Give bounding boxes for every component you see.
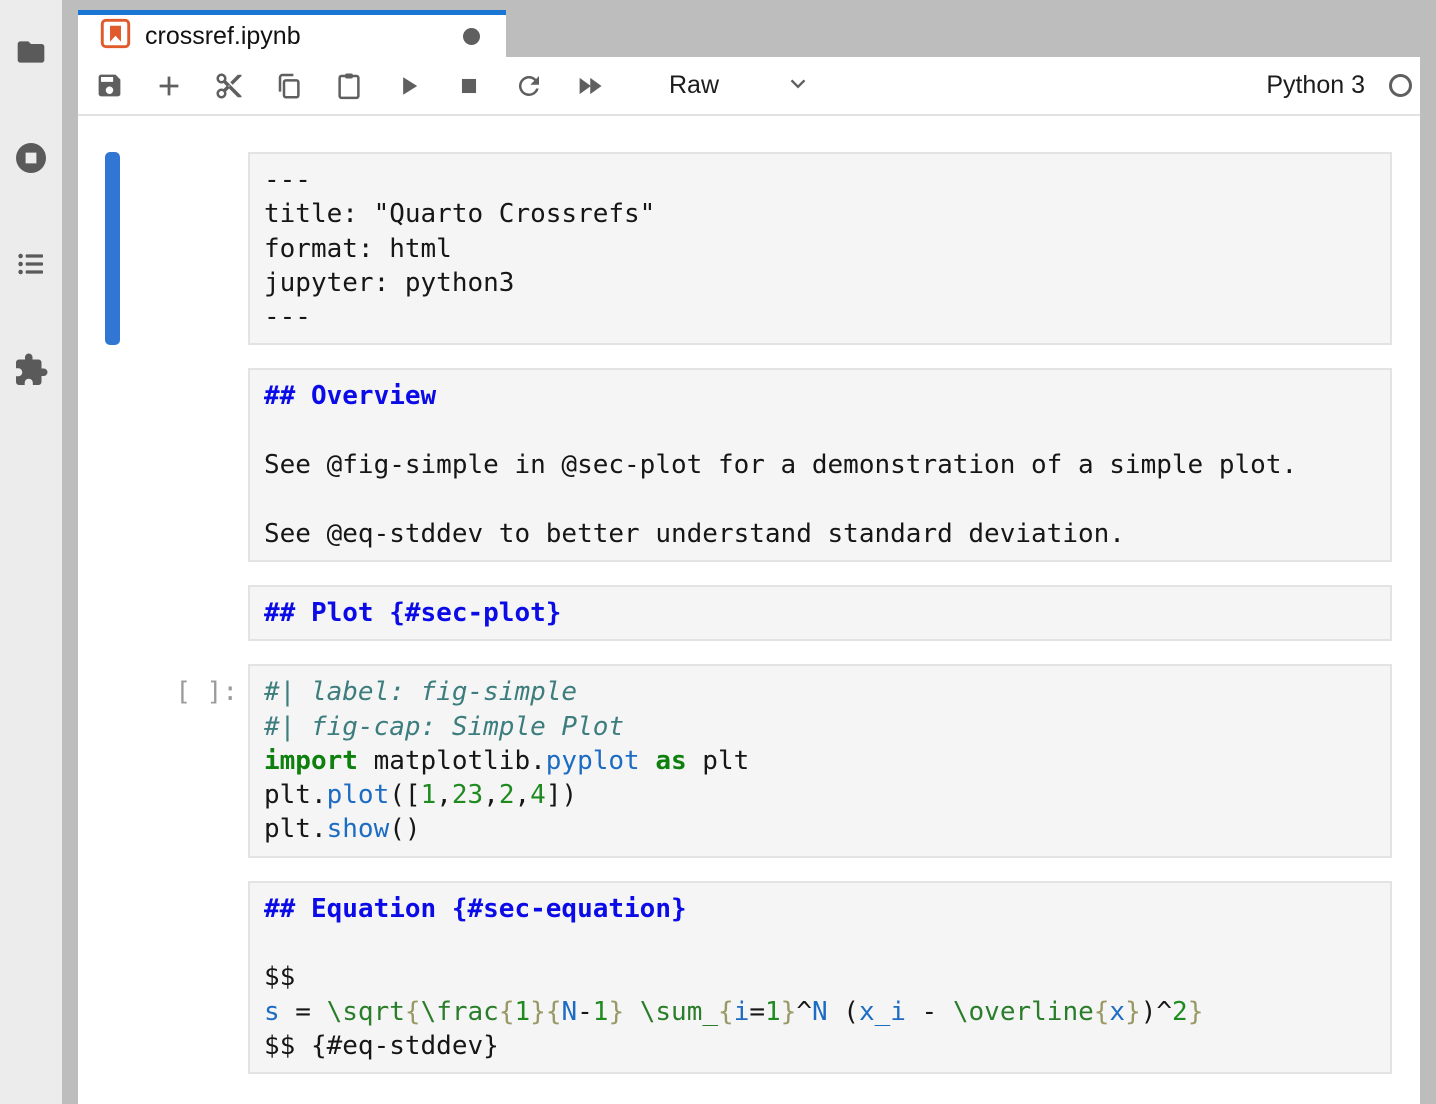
cell-row: ## Equation {#sec-equation} $$s = \sqrt{…: [78, 881, 1420, 1074]
cell-row: ---title: "Quarto Crossrefs"format: html…: [78, 152, 1420, 345]
cell-type-value: Raw: [669, 71, 719, 100]
kernel-status-icon: [1389, 74, 1412, 97]
markdown-cell[interactable]: ## Equation {#sec-equation} $$s = \sqrt{…: [248, 881, 1392, 1074]
cell-execution-prompt: [120, 368, 248, 561]
cell-collapser[interactable]: [105, 585, 120, 641]
folder-icon: [15, 36, 47, 68]
cell-collapser[interactable]: [105, 152, 120, 345]
cell-type-dropdown[interactable]: Raw: [669, 70, 811, 101]
cell-collapser[interactable]: [105, 368, 120, 561]
puzzle-icon: [13, 352, 49, 388]
markdown-cell[interactable]: ## Overview See @fig-simple in @sec-plot…: [248, 368, 1392, 561]
sidebar-divider: [62, 0, 78, 1104]
cell-row: ## Plot {#sec-plot}: [78, 585, 1420, 641]
code-cell[interactable]: #| label: fig-simple#| fig-cap: Simple P…: [248, 664, 1392, 857]
notebook-icon: [100, 18, 131, 54]
save-icon: [95, 71, 124, 100]
notebook-toolbar: Raw Python 3: [78, 57, 1420, 116]
code-line: ---: [264, 163, 1376, 197]
tab-bar: crossref.ipynb: [78, 0, 1420, 57]
list-icon: [15, 248, 47, 280]
run-cell-button[interactable]: [392, 69, 426, 103]
scissors-icon: [214, 71, 244, 101]
copy-icon: [274, 71, 304, 101]
restart-kernel-button[interactable]: [512, 69, 546, 103]
code-line: [264, 926, 1376, 960]
code-line: plt.show(): [264, 812, 1376, 846]
code-line: #| fig-cap: Simple Plot: [264, 710, 1376, 744]
code-line: [264, 414, 1376, 448]
code-line: #| label: fig-simple: [264, 675, 1376, 709]
cell-execution-prompt: [120, 152, 248, 345]
tab-title: crossref.ipynb: [145, 22, 301, 51]
clipboard-icon: [334, 71, 364, 101]
markdown-cell[interactable]: ## Plot {#sec-plot}: [248, 585, 1392, 641]
restart-icon: [514, 71, 544, 101]
code-line: ## Equation {#sec-equation}: [264, 892, 1376, 926]
window-right-edge: [1420, 0, 1436, 1104]
code-line: title: "Quarto Crossrefs": [264, 197, 1376, 231]
stop-circle-icon: [13, 140, 49, 176]
kernel-area: Python 3: [1266, 71, 1412, 100]
sidebar-item-file-browser[interactable]: [0, 22, 62, 82]
play-icon: [395, 72, 423, 100]
cell-collapser[interactable]: [105, 881, 120, 1074]
jupyterlab-window: crossref.ipynb: [0, 0, 1436, 1104]
activity-sidebar: [0, 0, 62, 1104]
chevron-down-icon: [785, 70, 811, 101]
code-line: See @fig-simple in @sec-plot for a demon…: [264, 448, 1376, 482]
kernel-name[interactable]: Python 3: [1266, 71, 1365, 100]
code-line: See @eq-stddev to better understand stan…: [264, 517, 1376, 551]
code-line: import matplotlib.pyplot as plt: [264, 744, 1376, 778]
insert-cell-button[interactable]: [152, 69, 186, 103]
code-line: plt.plot([1,23,2,4]): [264, 778, 1376, 812]
copy-cell-button[interactable]: [272, 69, 306, 103]
tab-crossref-ipynb[interactable]: crossref.ipynb: [78, 10, 506, 57]
cell-row: ## Overview See @fig-simple in @sec-plot…: [78, 368, 1420, 561]
cell-execution-prompt: [120, 585, 248, 641]
raw-cell[interactable]: ---title: "Quarto Crossrefs"format: html…: [248, 152, 1392, 345]
stop-icon: [456, 73, 482, 99]
run-all-button[interactable]: [572, 69, 606, 103]
cut-cell-button[interactable]: [212, 69, 246, 103]
cell-collapser[interactable]: [105, 664, 120, 857]
plus-icon: [154, 71, 184, 101]
paste-cell-button[interactable]: [332, 69, 366, 103]
dirty-indicator[interactable]: [463, 28, 480, 45]
code-line: ## Plot {#sec-plot}: [264, 596, 1376, 630]
fast-forward-icon: [574, 71, 604, 101]
code-line: jupyter: python3: [264, 266, 1376, 300]
code-line: ## Overview: [264, 379, 1376, 413]
notebook-cells: ---title: "Quarto Crossrefs"format: html…: [78, 116, 1420, 1074]
cell-row: [ ]:#| label: fig-simple#| fig-cap: Simp…: [78, 664, 1420, 857]
interrupt-kernel-button[interactable]: [452, 69, 486, 103]
code-line: $$: [264, 960, 1376, 994]
code-line: format: html: [264, 232, 1376, 266]
code-line: [264, 482, 1376, 516]
sidebar-item-running-kernels[interactable]: [0, 128, 62, 188]
cell-execution-prompt: [120, 881, 248, 1074]
code-line: s = \sqrt{\frac{1}{N-1} \sum_{i=1}^N (x_…: [264, 995, 1376, 1029]
sidebar-item-table-of-contents[interactable]: [0, 234, 62, 294]
main-panel: crossref.ipynb: [78, 0, 1420, 1104]
save-button[interactable]: [92, 69, 126, 103]
code-line: $$ {#eq-stddev}: [264, 1029, 1376, 1063]
cell-execution-prompt: [ ]:: [120, 664, 248, 857]
code-line: ---: [264, 300, 1376, 334]
sidebar-item-extension-manager[interactable]: [0, 340, 62, 400]
